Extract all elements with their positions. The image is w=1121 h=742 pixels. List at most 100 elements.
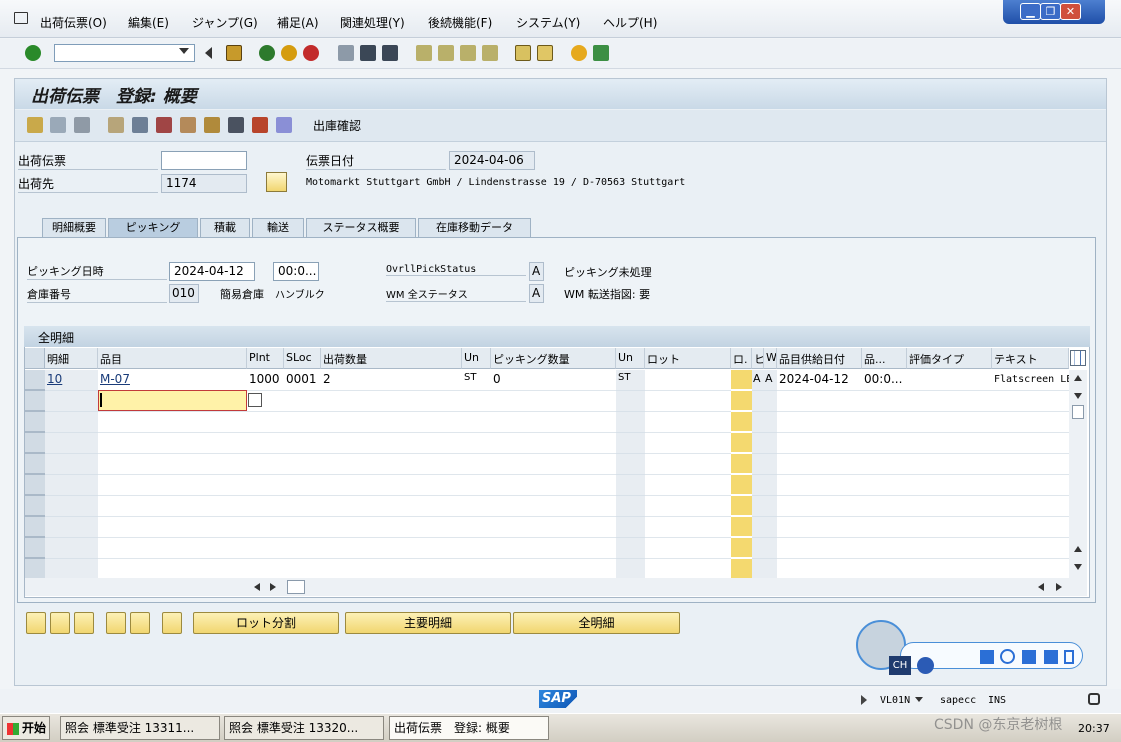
value-help-icon[interactable] (248, 393, 262, 407)
scroll-down-icon[interactable] (1074, 393, 1082, 399)
cell-text[interactable]: Flatscreen LE (992, 370, 1069, 390)
layout-icon[interactable] (593, 45, 609, 61)
delete-row-button[interactable] (130, 612, 150, 634)
batch-split-button[interactable]: ロット分割 (193, 612, 339, 634)
delete-icon[interactable] (74, 117, 90, 133)
picking-time-input[interactable]: 00:0... (273, 262, 319, 281)
new-session-icon[interactable] (515, 45, 531, 61)
menu-subsequent[interactable]: 後続機能(F) (428, 14, 492, 31)
hscroll-left-icon-2[interactable] (1038, 583, 1044, 591)
command-dropdown-icon[interactable] (179, 48, 189, 54)
copy-icon[interactable] (108, 117, 124, 133)
shortcut-icon[interactable] (537, 45, 553, 61)
display-document-icon[interactable] (228, 117, 244, 133)
material-input-active[interactable] (98, 390, 247, 411)
save-icon[interactable] (226, 45, 242, 61)
find-icon[interactable] (360, 45, 376, 61)
row-selector-column[interactable] (25, 370, 45, 578)
ime-lang-indicator[interactable]: CH (889, 656, 911, 675)
taskbar-item-2[interactable]: 照会 標準受注 13320... (224, 716, 384, 740)
menu-environment[interactable]: 関連処理(Y) (340, 14, 405, 31)
cell-valuation-type[interactable] (907, 370, 992, 390)
restore-button[interactable]: ❐ (1040, 3, 1061, 20)
exit-icon[interactable] (281, 45, 297, 61)
cell-delivery-qty[interactable]: 2 (321, 370, 462, 390)
col-material-avail-time[interactable]: 品... (862, 348, 907, 369)
create-icon[interactable] (50, 117, 66, 133)
start-button[interactable]: 开始 (2, 716, 50, 740)
previous-page-icon[interactable] (438, 45, 454, 61)
col-valuation-type[interactable]: 評価タイプ (907, 348, 992, 369)
ime-toolbox-icon[interactable] (1044, 650, 1058, 664)
select-all-button[interactable] (50, 612, 70, 634)
cell-batch-flag[interactable] (731, 370, 752, 390)
table-settings-icon[interactable] (1070, 350, 1086, 366)
back-icon[interactable] (259, 45, 275, 61)
next-page-icon[interactable] (460, 45, 476, 61)
tab-loading[interactable]: 積載 (200, 218, 250, 238)
ime-help-icon[interactable] (917, 657, 934, 674)
insert-row-button[interactable] (106, 612, 126, 634)
hscroll-right-icon-2[interactable] (1056, 583, 1062, 591)
status-expand-icon[interactable] (861, 695, 867, 705)
menu-extras[interactable]: 補足(A) (277, 14, 319, 31)
collapse-icon[interactable] (205, 47, 212, 59)
close-button[interactable]: ✕ (1060, 3, 1081, 20)
hscroll-thumb[interactable] (287, 580, 305, 594)
col-delivery-qty[interactable]: 出荷数量 (321, 348, 462, 369)
col-plant[interactable]: Plnt (247, 348, 284, 369)
cell-batch[interactable] (645, 370, 731, 390)
cell-item[interactable]: 10 (45, 370, 98, 390)
deselect-all-button[interactable] (74, 612, 94, 634)
cancel-icon[interactable] (303, 45, 319, 61)
ime-settings-icon[interactable] (980, 650, 994, 664)
last-page-icon[interactable] (482, 45, 498, 61)
col-unit[interactable]: Un (462, 348, 491, 369)
ime-skin-icon[interactable] (1022, 650, 1036, 664)
menu-edit[interactable]: 編集(E) (128, 14, 169, 31)
status-dots-icon[interactable] (276, 117, 292, 133)
partner-icon[interactable] (132, 117, 148, 133)
hscroll-left-icon[interactable] (254, 583, 260, 591)
taskbar-item-3[interactable]: 出荷伝票 登録: 概要 (389, 716, 549, 740)
col-text[interactable]: テキスト (992, 348, 1069, 369)
command-field[interactable] (54, 44, 195, 62)
detail-button[interactable] (26, 612, 46, 634)
taskbar-item-1[interactable]: 照会 標準受注 13311... (60, 716, 220, 740)
scroll-up-icon[interactable] (1074, 546, 1082, 552)
col-item[interactable]: 明細 (45, 348, 98, 369)
menu-goto[interactable]: ジャンプ(G) (192, 14, 258, 31)
tab-transport[interactable]: 輸送 (252, 218, 304, 238)
table-row[interactable]: 10 M-07 1000 0001 2 ST 0 ST A A 2024-04-… (45, 370, 1069, 390)
ime-emoji-icon[interactable] (1000, 649, 1015, 664)
tab-goods-movement[interactable]: 在庫移動データ (418, 218, 531, 238)
col-sloc[interactable]: SLoc (284, 348, 321, 369)
all-items-button[interactable]: 全明細 (513, 612, 680, 634)
col-material[interactable]: 品目 (98, 348, 247, 369)
help-icon[interactable] (571, 45, 587, 61)
scroll-thumb[interactable] (1072, 405, 1084, 419)
col-material-avail-date[interactable]: 品目供給日付 (777, 348, 862, 369)
address-details-button[interactable] (266, 172, 287, 192)
col-pick-status[interactable]: ヒ (752, 348, 764, 369)
row-selector-header[interactable] (25, 348, 45, 369)
cell-picked-qty[interactable]: 0 (491, 370, 616, 390)
cell-material[interactable]: M-07 (98, 370, 247, 390)
system-menu-icon[interactable] (14, 12, 28, 24)
menu-system[interactable]: システム(Y) (516, 14, 580, 31)
tab-picking[interactable]: ピッキング (108, 218, 198, 238)
find-next-icon[interactable] (382, 45, 398, 61)
edit-icon[interactable] (27, 117, 43, 133)
col-picked-qty[interactable]: ピッキング数量 (491, 348, 616, 369)
col-batch[interactable]: ロット (645, 348, 731, 369)
first-page-icon[interactable] (416, 45, 432, 61)
hscroll-right-icon[interactable] (270, 583, 276, 591)
tab-item-overview[interactable]: 明細概要 (42, 218, 106, 238)
minimize-button[interactable]: ▁ (1020, 3, 1041, 20)
tcode-dropdown-icon[interactable] (915, 697, 923, 702)
col-batch-flag[interactable]: ロ. (731, 348, 752, 369)
scroll-top-icon[interactable] (1074, 375, 1082, 381)
scroll-bottom-icon[interactable] (1074, 564, 1082, 570)
cell-sloc[interactable]: 0001 (284, 370, 321, 390)
texts-icon[interactable] (180, 117, 196, 133)
